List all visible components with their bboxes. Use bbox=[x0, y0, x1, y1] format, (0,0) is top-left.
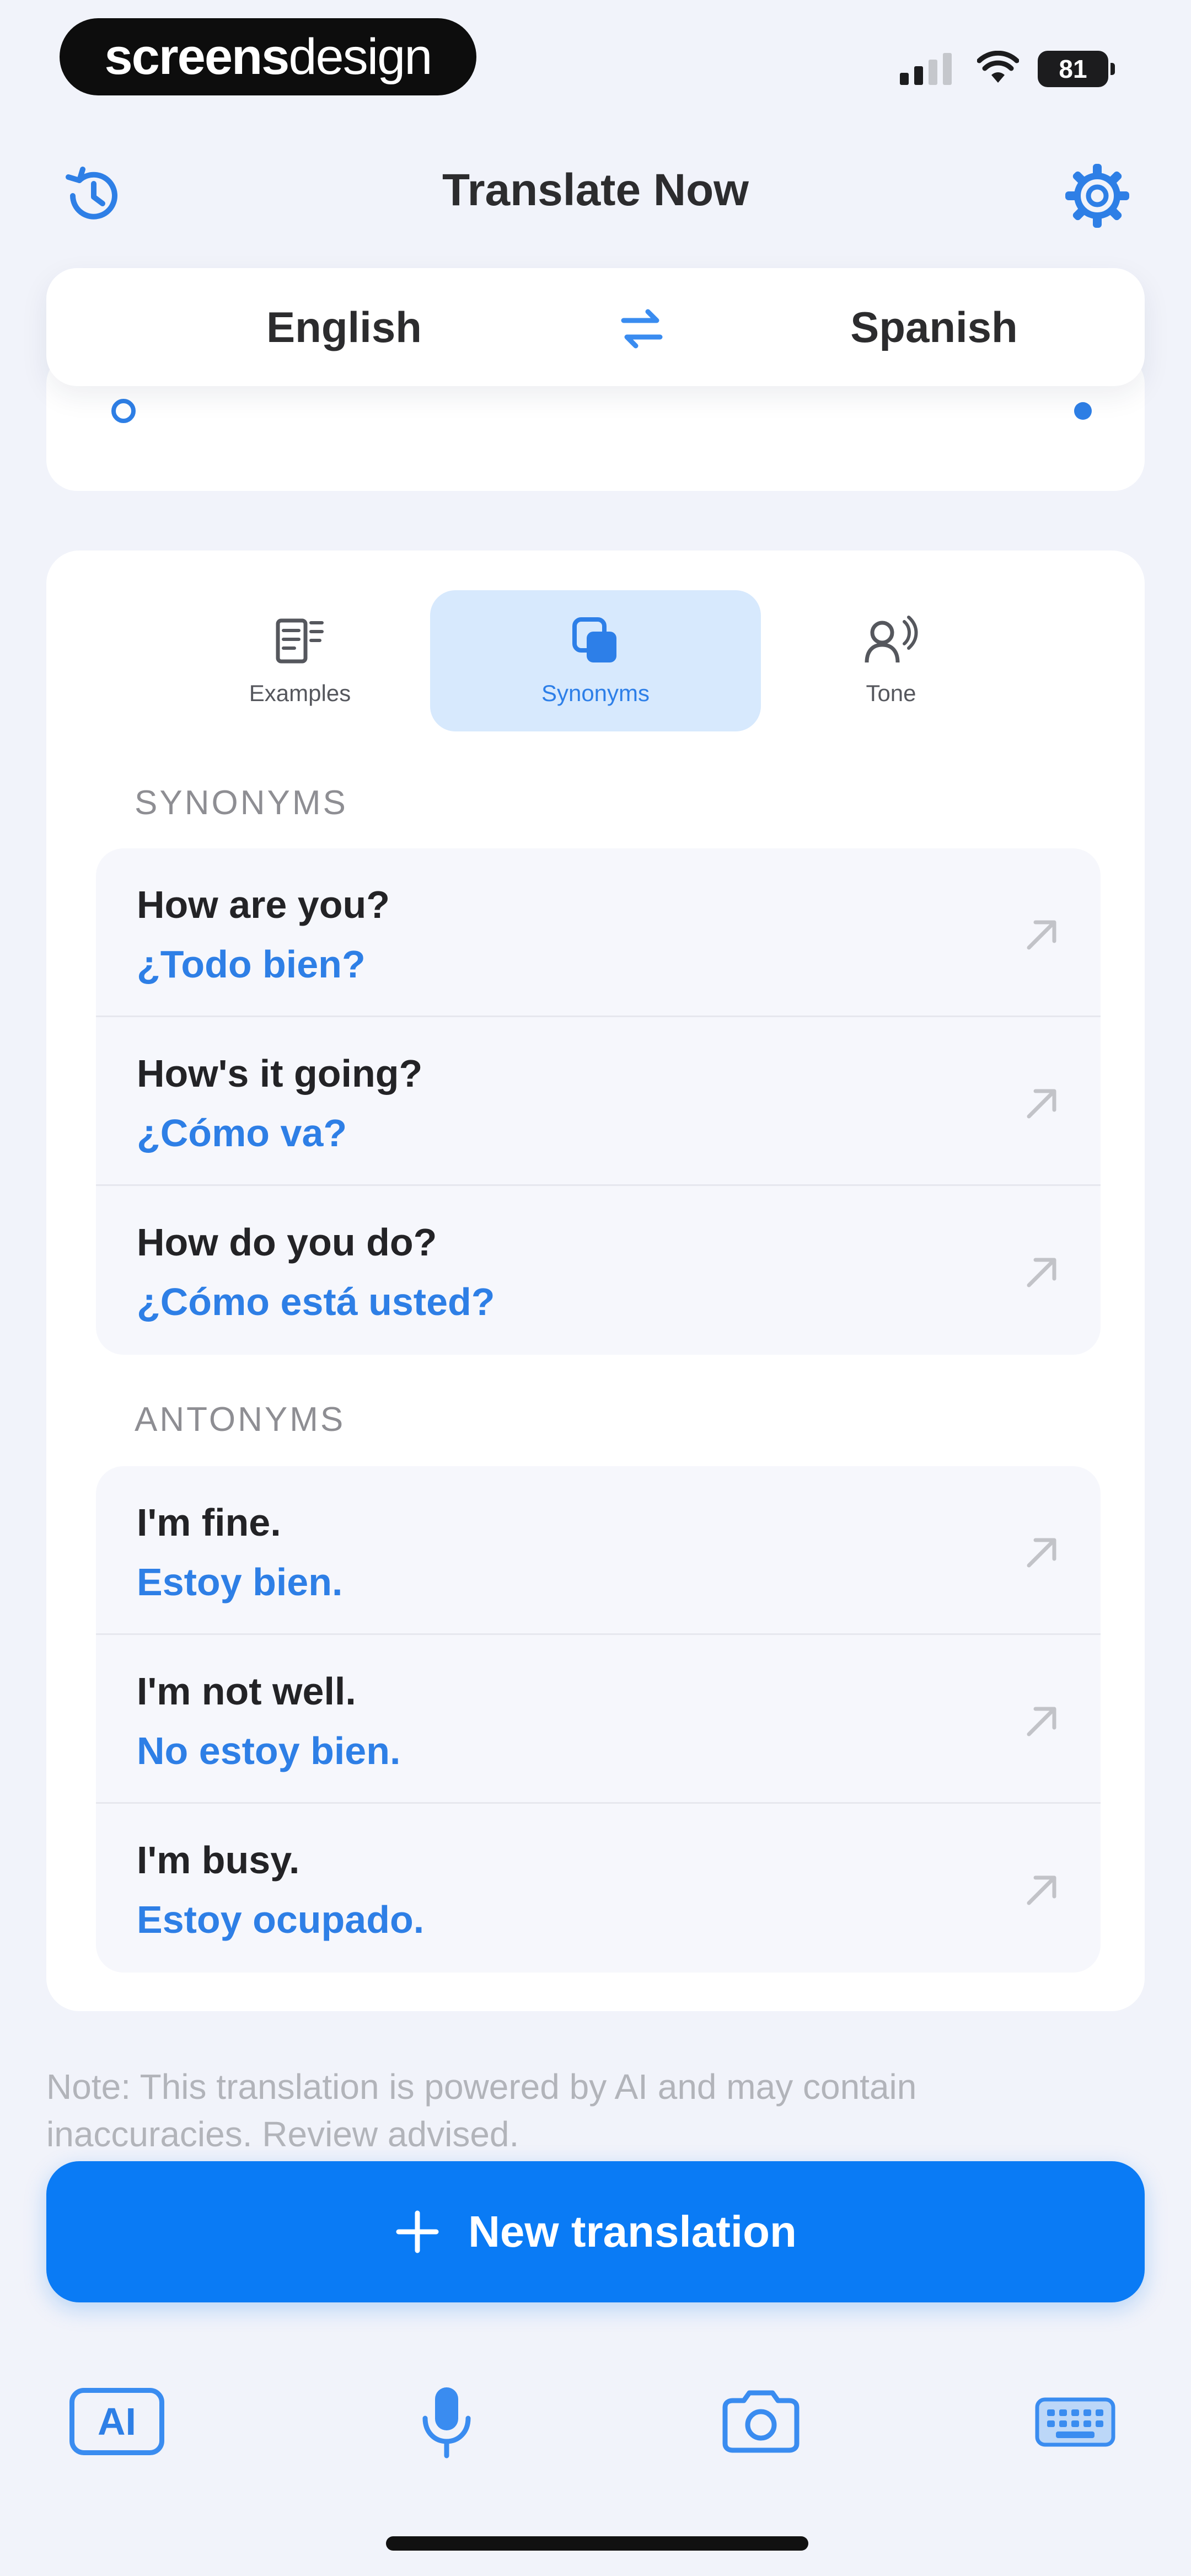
watermark-logo: screens design bbox=[60, 18, 476, 95]
watermark-text-a: screens bbox=[104, 28, 290, 85]
synonyms-section-label: SYNONYMS bbox=[135, 784, 348, 822]
tab-voice[interactable] bbox=[380, 2366, 513, 2477]
item-translation-text: Estoy ocupado. bbox=[137, 1898, 425, 1941]
source-language-button[interactable]: English bbox=[151, 268, 537, 386]
list-item[interactable]: How do you do? ¿Cómo está usted? bbox=[96, 1186, 1101, 1355]
examples-icon bbox=[276, 618, 324, 664]
cellular-signal-icon bbox=[900, 51, 955, 85]
page-title: Translate Now bbox=[442, 165, 749, 215]
item-translation-text: ¿Cómo va? bbox=[137, 1111, 347, 1155]
synonyms-list: How are you? ¿Todo bien? How's it going?… bbox=[96, 848, 1101, 1355]
item-source-text: I'm not well. bbox=[137, 1670, 356, 1713]
details-card: Examples Synonyms Tone SYNONYMS How are … bbox=[46, 551, 1145, 2011]
insert-arrow-icon[interactable] bbox=[1017, 1248, 1066, 1297]
settings-button[interactable] bbox=[1059, 157, 1136, 234]
keyboard-icon bbox=[1035, 2397, 1115, 2447]
swap-icon bbox=[621, 309, 663, 349]
ai-icon: AI bbox=[69, 2388, 164, 2455]
ai-disclaimer: Note: This translation is powered by AI … bbox=[46, 2067, 917, 2154]
item-translation-text: No estoy bien. bbox=[137, 1729, 401, 1772]
gear-icon bbox=[1065, 164, 1129, 228]
insert-arrow-icon[interactable] bbox=[1017, 1528, 1066, 1578]
insert-arrow-icon[interactable] bbox=[1017, 1697, 1066, 1746]
target-language-button[interactable]: Spanish bbox=[741, 268, 1127, 386]
item-source-text: How's it going? bbox=[137, 1052, 423, 1095]
list-item[interactable]: I'm busy. Estoy ocupado. bbox=[96, 1804, 1101, 1973]
item-source-text: I'm fine. bbox=[137, 1501, 281, 1544]
tab-label: Tone bbox=[866, 680, 916, 706]
language-selector: English Spanish bbox=[46, 268, 1145, 386]
insert-arrow-icon[interactable] bbox=[1017, 1866, 1066, 1915]
tab-label: Examples bbox=[249, 680, 351, 706]
tab-synonyms[interactable]: Synonyms bbox=[430, 590, 761, 731]
new-translation-label: New translation bbox=[468, 2207, 797, 2256]
chevron-icon bbox=[1074, 402, 1092, 420]
plus-icon bbox=[396, 2210, 439, 2253]
detail-tabs: Examples Synonyms Tone bbox=[46, 590, 1145, 735]
ai-label: AI bbox=[98, 2400, 136, 2443]
show-previous-link[interactable] bbox=[1071, 397, 1095, 425]
item-translation-text: ¿Cómo está usted? bbox=[137, 1280, 495, 1323]
tab-label: Synonyms bbox=[541, 680, 650, 706]
item-source-text: I'm busy. bbox=[137, 1839, 300, 1882]
list-item[interactable]: I'm fine. Estoy bien. bbox=[96, 1466, 1101, 1635]
tab-ai[interactable]: AI bbox=[51, 2366, 183, 2477]
tab-examples[interactable]: Examples bbox=[135, 590, 465, 731]
battery-indicator: 81 bbox=[1038, 51, 1115, 87]
status-bar: screens design 81 bbox=[0, 0, 1191, 116]
tab-tone[interactable]: Tone bbox=[726, 590, 1056, 731]
insert-arrow-icon[interactable] bbox=[1017, 1079, 1066, 1129]
home-indicator bbox=[386, 2536, 808, 2551]
watermark-text-b: design bbox=[288, 28, 432, 85]
speaker-icon bbox=[111, 399, 136, 423]
nav-bar: Translate Now bbox=[0, 132, 1191, 254]
swap-languages-button[interactable] bbox=[609, 301, 675, 356]
tone-icon bbox=[865, 616, 918, 663]
list-item[interactable]: I'm not well. No estoy bien. bbox=[96, 1635, 1101, 1804]
list-item[interactable]: How are you? ¿Todo bien? bbox=[96, 848, 1101, 1017]
item-source-text: How are you? bbox=[137, 883, 390, 926]
tab-keyboard[interactable] bbox=[1009, 2366, 1141, 2477]
item-translation-text: Estoy bien. bbox=[137, 1560, 343, 1604]
synonyms-icon bbox=[572, 617, 616, 662]
camera-icon bbox=[722, 2390, 800, 2453]
insert-arrow-icon[interactable] bbox=[1017, 910, 1066, 960]
wifi-icon bbox=[977, 51, 1019, 83]
antonyms-section-label: ANTONYMS bbox=[135, 1401, 346, 1439]
bottom-tab-bar: AI bbox=[0, 2366, 1191, 2482]
previous-card-actions bbox=[107, 397, 339, 425]
microphone-icon bbox=[422, 2387, 471, 2459]
battery-level: 81 bbox=[1059, 55, 1087, 83]
tab-camera[interactable] bbox=[695, 2366, 827, 2477]
item-source-text: How do you do? bbox=[137, 1221, 437, 1264]
antonyms-list: I'm fine. Estoy bien. I'm not well. No e… bbox=[96, 1466, 1101, 1973]
item-translation-text: ¿Todo bien? bbox=[137, 943, 366, 986]
new-translation-button[interactable]: New translation bbox=[46, 2161, 1145, 2302]
list-item[interactable]: How's it going? ¿Cómo va? bbox=[96, 1017, 1101, 1186]
